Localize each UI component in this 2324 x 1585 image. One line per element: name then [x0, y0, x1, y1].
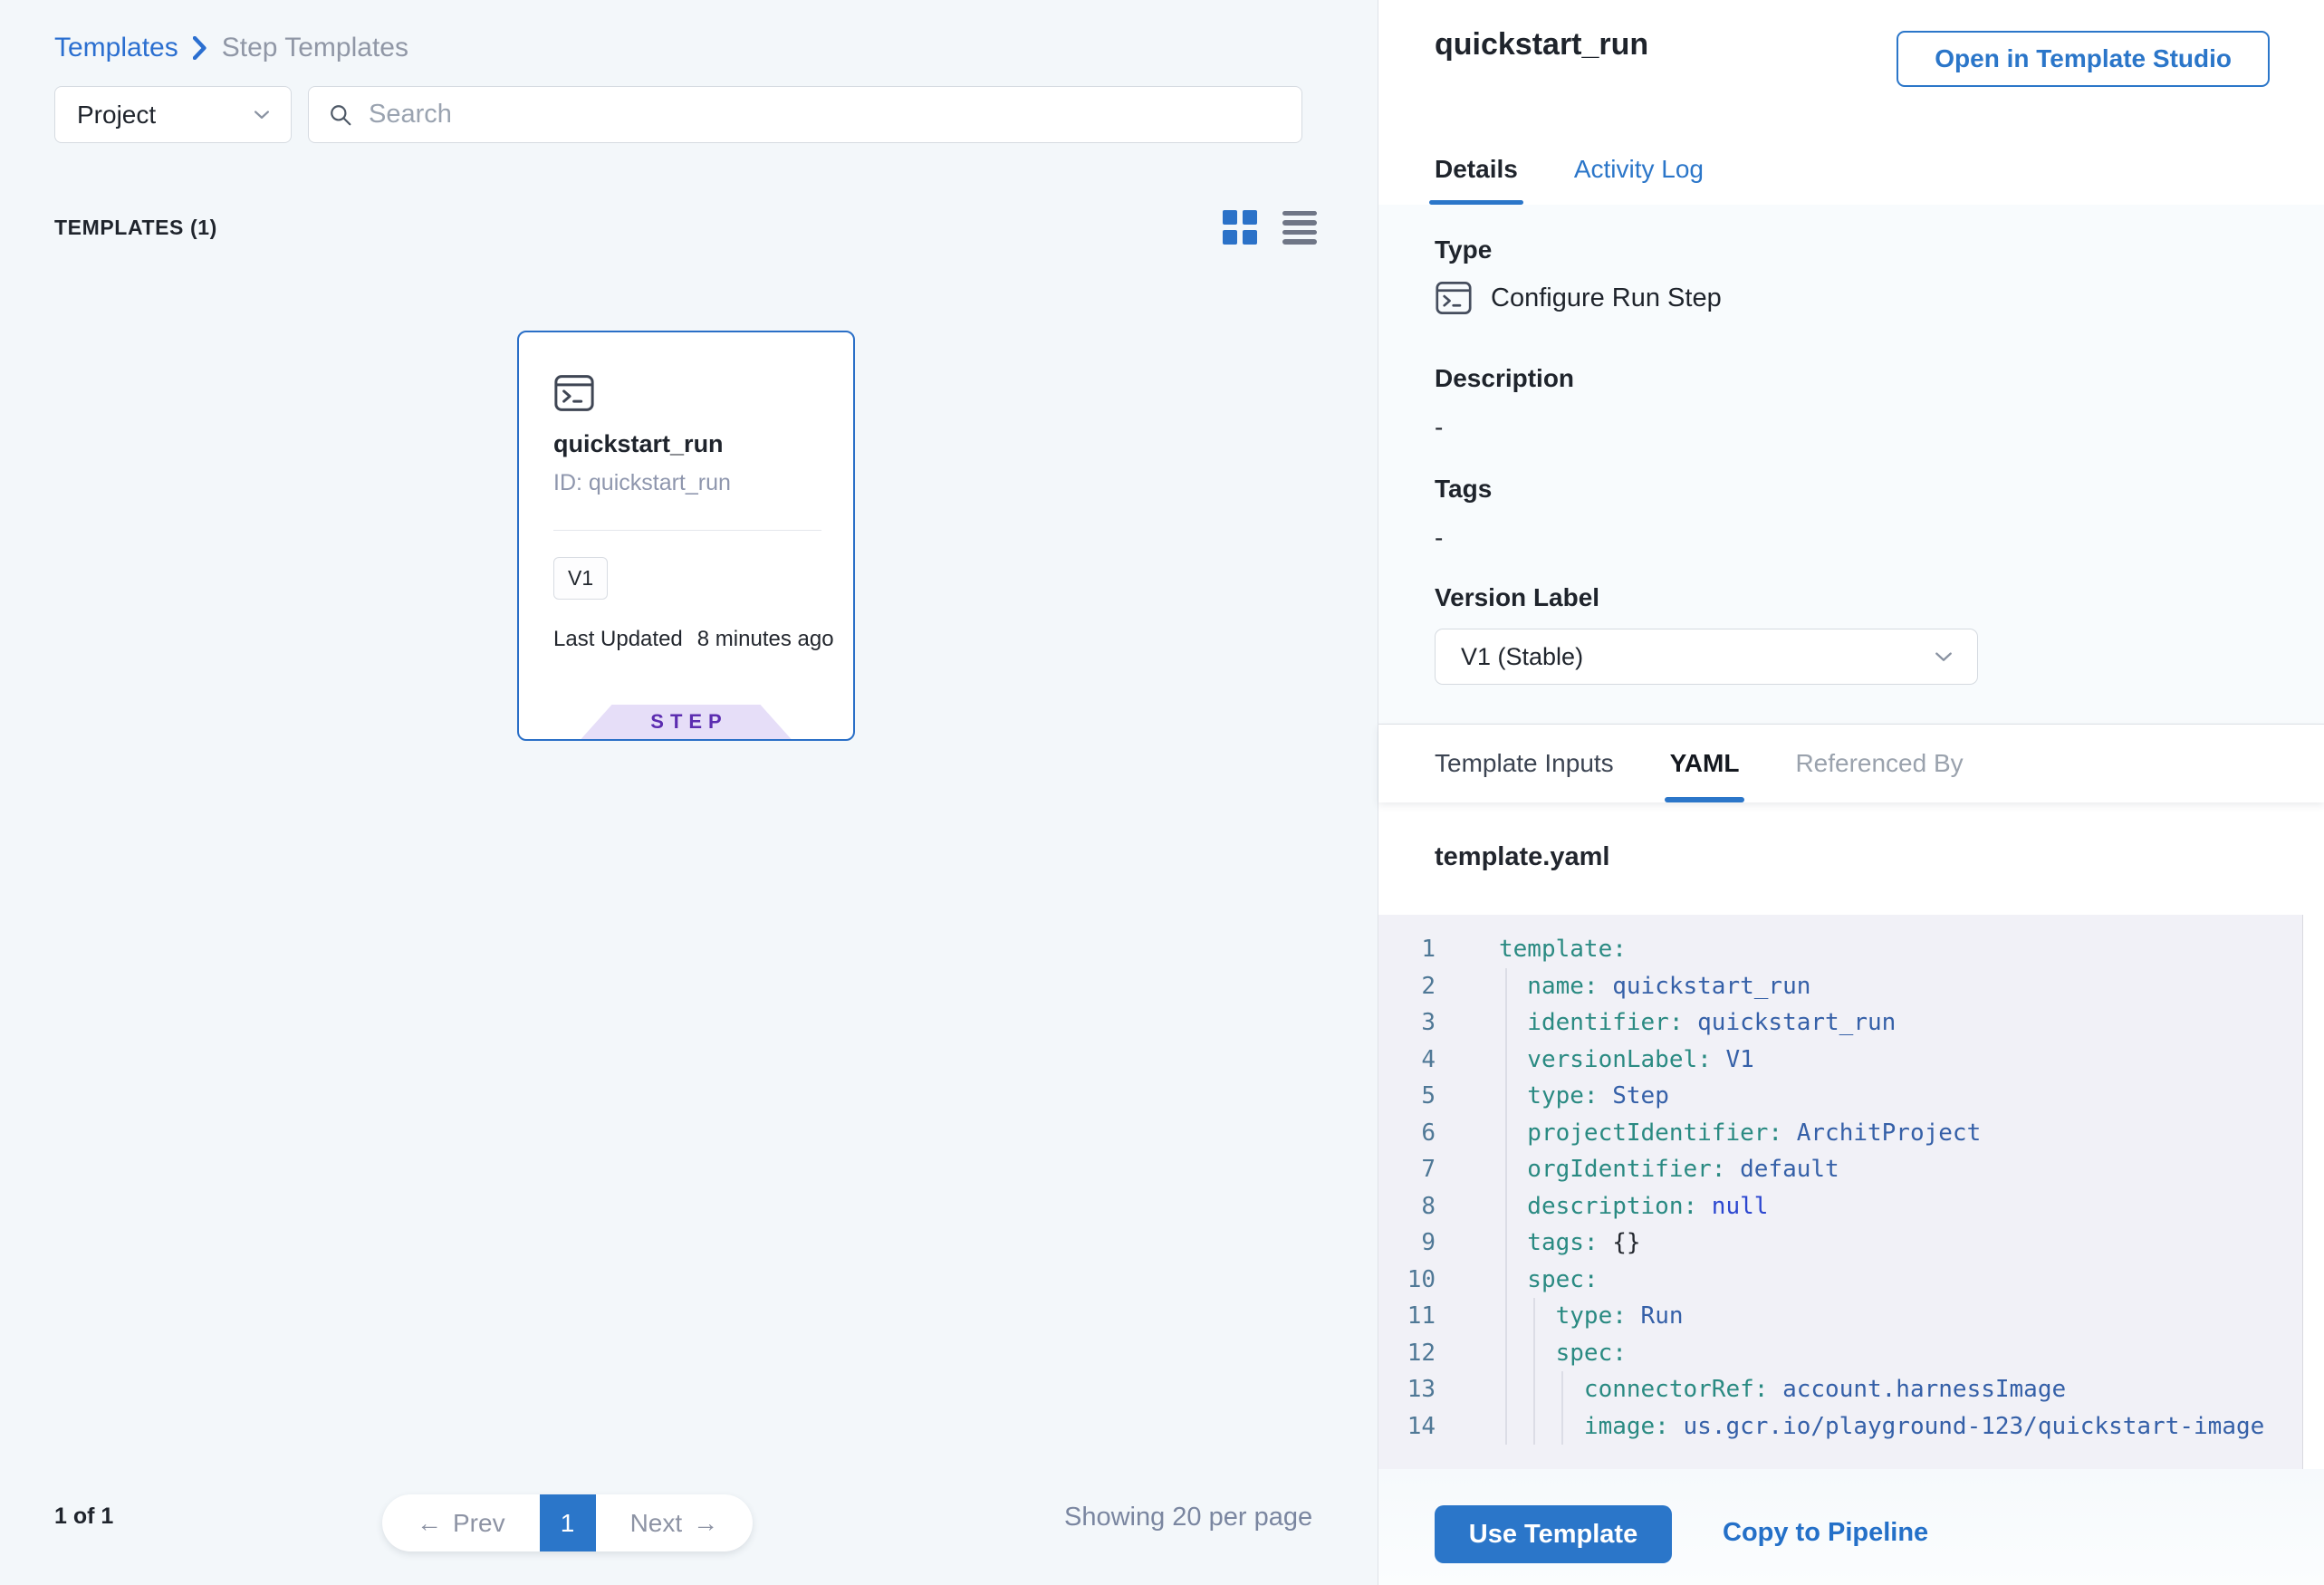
yaml-tab-bar: Template Inputs YAML Referenced By [1378, 725, 2324, 802]
prev-arrow-icon: ← [417, 1509, 442, 1538]
list-controls: Project Search [54, 86, 1302, 143]
template-details-panel: quickstart_run Open in Template Studio D… [1378, 0, 2324, 1585]
templates-count-heading: TEMPLATES (1) [54, 216, 217, 240]
tab-details[interactable]: Details [1435, 134, 1518, 205]
copy-to-pipeline-link[interactable]: Copy to Pipeline [1723, 1518, 1928, 1548]
list-view-icon[interactable] [1282, 211, 1317, 245]
card-title: quickstart_run [553, 430, 724, 458]
prev-page-button[interactable]: ← Prev [382, 1494, 540, 1551]
yaml-line: 13 connectorRef: account.harnessImage [1378, 1371, 2264, 1408]
template-card[interactable]: quickstart_run ID: quickstart_run V1 Las… [517, 331, 855, 741]
card-id: ID: quickstart_run [553, 470, 731, 496]
search-icon [329, 103, 352, 127]
type-value: Configure Run Step [1491, 283, 1722, 313]
card-divider [553, 530, 821, 531]
type-value-row: Configure Run Step [1435, 281, 1722, 315]
yaml-line: 2 name: quickstart_run [1378, 968, 2264, 1005]
view-toggles [1223, 210, 1317, 245]
tags-label: Tags [1435, 475, 1492, 504]
type-label: Type [1435, 235, 1492, 264]
editor-scrollbar[interactable] [2302, 915, 2324, 1469]
use-template-button[interactable]: Use Template [1435, 1505, 1672, 1563]
version-select[interactable]: V1 (Stable) [1435, 629, 1978, 685]
scope-select-value: Project [77, 101, 156, 130]
details-section: Type Configure Run Step Description - Ta… [1378, 205, 2324, 725]
page-count: 1 of 1 [54, 1503, 113, 1530]
description-label: Description [1435, 364, 1574, 393]
terminal-icon [553, 374, 595, 412]
yaml-lines: 1template:2 name: quickstart_run3 identi… [1378, 931, 2264, 1445]
panel-title: quickstart_run [1435, 27, 1648, 62]
scope-select[interactable]: Project [54, 86, 292, 143]
tab-yaml[interactable]: YAML [1670, 725, 1740, 802]
chevron-right-icon [193, 36, 207, 60]
yaml-line: 11 type: Run [1378, 1298, 2264, 1335]
current-page-button[interactable]: 1 [540, 1494, 596, 1551]
yaml-code-editor[interactable]: 1template:2 name: quickstart_run3 identi… [1378, 915, 2324, 1469]
breadcrumb-templates-link[interactable]: Templates [54, 33, 178, 63]
panel-footer: Use Template Copy to Pipeline [1378, 1469, 2324, 1585]
yaml-line: 3 identifier: quickstart_run [1378, 1004, 2264, 1042]
active-tab-underline [1665, 797, 1745, 802]
yaml-line: 12 spec: [1378, 1335, 2264, 1372]
description-value: - [1435, 413, 1443, 442]
yaml-line: 6 projectIdentifier: ArchitProject [1378, 1115, 2264, 1152]
step-type-ribbon: STEP [581, 705, 792, 739]
card-last-updated: Last Updated 8 minutes ago [553, 627, 834, 652]
yaml-line: 1template: [1378, 931, 2264, 968]
templates-list-panel: Templates Step Templates Project Search … [0, 0, 1378, 1585]
version-label: Version Label [1435, 583, 1599, 612]
tab-activity-log[interactable]: Activity Log [1574, 134, 1704, 205]
breadcrumb: Templates Step Templates [54, 33, 408, 63]
search-input[interactable]: Search [308, 86, 1302, 143]
tab-referenced-by[interactable]: Referenced By [1795, 725, 1963, 802]
grid-view-icon[interactable] [1223, 210, 1257, 245]
search-placeholder: Search [369, 100, 452, 130]
yaml-line: 14 image: us.gcr.io/playground-123/quick… [1378, 1408, 2264, 1446]
yaml-line: 4 versionLabel: V1 [1378, 1042, 2264, 1079]
yaml-file-header: template.yaml [1378, 802, 2324, 915]
next-page-button[interactable]: Next → [596, 1494, 754, 1551]
yaml-line: 7 orgIdentifier: default [1378, 1151, 2264, 1188]
breadcrumb-current: Step Templates [222, 33, 408, 63]
tab-template-inputs[interactable]: Template Inputs [1435, 725, 1614, 802]
yaml-file-name: template.yaml [1435, 842, 1609, 872]
last-updated-value: 8 minutes ago [697, 627, 834, 652]
tags-value: - [1435, 524, 1443, 552]
version-select-value: V1 (Stable) [1461, 643, 1583, 671]
chevron-down-icon [1935, 652, 1952, 662]
yaml-line: 5 type: Step [1378, 1078, 2264, 1115]
open-in-template-studio-button[interactable]: Open in Template Studio [1897, 31, 2270, 87]
version-badge: V1 [553, 557, 608, 600]
last-updated-label: Last Updated [553, 627, 683, 652]
yaml-line: 9 tags: {} [1378, 1225, 2264, 1262]
pagination: ← Prev 1 Next → [382, 1494, 753, 1551]
next-arrow-icon: → [693, 1509, 718, 1538]
details-tab-bar: Details Activity Log [1378, 134, 2324, 205]
yaml-line: 10 spec: [1378, 1262, 2264, 1299]
per-page-label: Showing 20 per page [1064, 1503, 1312, 1532]
chevron-down-icon [254, 110, 269, 120]
yaml-line: 8 description: null [1378, 1188, 2264, 1225]
terminal-icon [1435, 281, 1473, 315]
